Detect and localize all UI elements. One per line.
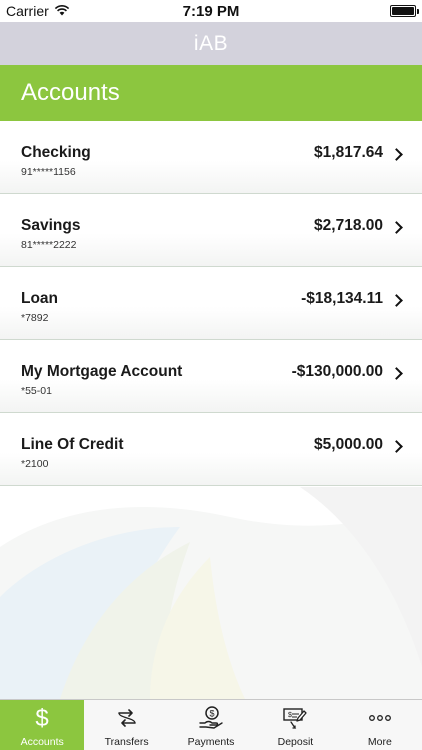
tab-label: Accounts (20, 736, 64, 748)
chevron-right-icon (390, 221, 403, 234)
account-number: *55-01 (21, 385, 52, 397)
tab-transfers[interactable]: Transfers (84, 700, 168, 750)
app-title: iAB (193, 31, 229, 55)
nav-bar: iAB (0, 22, 422, 65)
account-number: *2100 (21, 458, 49, 470)
chevron-right-icon (390, 294, 403, 307)
account-row-line-of-credit[interactable]: Line Of Credit *2100 $5,000.00 (0, 413, 422, 486)
battery-icon (390, 5, 419, 17)
account-name: Loan (21, 290, 59, 307)
status-bar: Carrier 7:19 PM (0, 0, 422, 22)
account-name: My Mortgage Account (21, 363, 183, 380)
svg-text:$: $ (36, 705, 49, 731)
account-balance: $5,000.00 (314, 436, 383, 453)
transfer-arrows-icon (115, 704, 139, 732)
page-title: Accounts (21, 79, 120, 106)
account-balance: $2,718.00 (314, 217, 383, 234)
tab-label: Deposit (277, 736, 314, 748)
account-name: Checking (21, 144, 91, 161)
account-balance: -$130,000.00 (291, 363, 383, 380)
tab-deposit[interactable]: $ Deposit (253, 700, 337, 750)
account-row-checking[interactable]: Checking 91*****1156 $1,817.64 (0, 121, 422, 194)
account-balance: $1,817.64 (314, 144, 383, 161)
more-dots-icon (368, 704, 392, 732)
chevron-right-icon (390, 440, 403, 453)
tab-label: Transfers (104, 736, 149, 748)
chevron-right-icon (390, 367, 403, 380)
account-row-loan[interactable]: Loan *7892 -$18,134.11 (0, 267, 422, 340)
check-deposit-icon: $ (282, 704, 308, 732)
status-time: 7:19 PM (182, 3, 240, 20)
tab-label: More (367, 736, 392, 748)
tab-accounts[interactable]: $ Accounts (0, 700, 85, 750)
chevron-right-icon (390, 148, 403, 161)
account-name: Savings (21, 217, 81, 234)
tab-label: Payments (187, 736, 235, 748)
account-name: Line Of Credit (21, 436, 124, 453)
account-number: 81*****2222 (21, 239, 77, 251)
section-header: Accounts (0, 65, 422, 121)
account-number: 91*****1156 (21, 166, 76, 178)
tab-more[interactable]: More (338, 700, 422, 750)
svg-text:$: $ (288, 712, 292, 719)
account-row-mortgage[interactable]: My Mortgage Account *55-01 -$130,000.00 (0, 340, 422, 413)
account-balance: -$18,134.11 (301, 290, 383, 307)
account-number: *7892 (21, 312, 49, 324)
account-list: Checking 91*****1156 $1,817.64 Savings 8… (0, 121, 422, 486)
tab-payments[interactable]: $ Payments (169, 700, 253, 750)
hand-coin-icon: $ (198, 704, 224, 732)
tab-bar: $ Accounts Transfers $ Payments $ Deposi… (0, 699, 422, 750)
account-row-savings[interactable]: Savings 81*****2222 $2,718.00 (0, 194, 422, 267)
background-decoration (0, 487, 422, 699)
dollar-icon: $ (32, 704, 52, 732)
svg-text:$: $ (210, 709, 215, 719)
